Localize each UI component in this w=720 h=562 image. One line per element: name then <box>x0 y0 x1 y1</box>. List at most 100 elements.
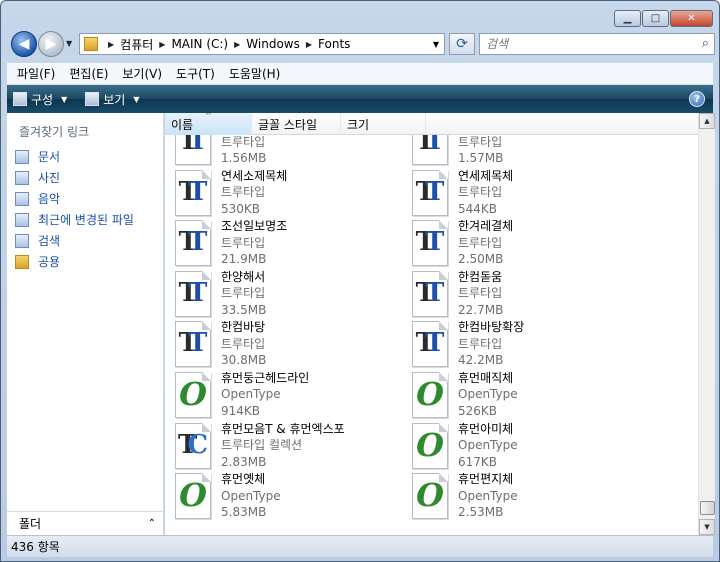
file-item[interactable]: TT 한컴돋움 트루타입 22.7MB <box>412 269 649 319</box>
address-dropdown-icon[interactable]: ▼ <box>433 40 439 49</box>
chevron-down-icon: ▼ <box>61 94 68 104</box>
minimize-button[interactable]: ▁ <box>614 10 641 27</box>
truetype-collection-icon: TC <box>175 422 211 469</box>
file-meta: 휴먼아미체 OpenType 617KB <box>458 421 518 471</box>
navigation-pane: 즐겨찾기 링크 문서 사진 음악 최근에 변경된 파일 검색 공용 폴더 ⌃ <box>7 113 164 535</box>
nav-link-label: 최근에 변경된 파일 <box>38 213 134 227</box>
recent-pages-dropdown[interactable]: ▼ <box>66 39 72 48</box>
chevron-down-icon[interactable]: ▼ <box>133 95 139 104</box>
file-name: 휴먼매직체 <box>458 370 514 385</box>
truetype-icon: TT <box>412 270 448 317</box>
file-type: OpenType <box>458 387 518 402</box>
truetype-icon: TT <box>175 270 211 317</box>
opentype-glyph-icon: O <box>416 476 444 515</box>
search-icon[interactable]: ⌕ <box>702 36 709 51</box>
forward-button[interactable]: ▶ <box>38 31 64 57</box>
truetype-glyph-icon: TT <box>178 176 208 207</box>
maximize-button[interactable]: □ <box>642 10 669 27</box>
file-size: 42.2MB <box>458 353 504 368</box>
file-item[interactable]: TT 연세소제목체 트루타입 530KB <box>175 168 412 218</box>
file-name: 연세소제목체 <box>221 168 288 183</box>
help-button[interactable]: ? <box>689 91 705 107</box>
file-item[interactable]: TT한양해서2006굵은트루타입1.56MB <box>175 135 412 167</box>
truetype-icon: TT <box>412 135 448 165</box>
file-type: 트루타입 <box>458 185 503 200</box>
file-item[interactable]: TT 한양해서 트루타입 33.5MB <box>175 269 412 319</box>
truetype-collection-glyph-icon: TC <box>177 429 209 460</box>
breadcrumb-separator[interactable]: ▶ <box>159 40 165 49</box>
file-item[interactable]: TT 연세제목체 트루타입 544KB <box>412 168 649 218</box>
nav-link-searches[interactable]: 검색 <box>15 230 134 251</box>
file-item[interactable]: TT 한겨레결체 트루타입 2.50MB <box>412 218 649 268</box>
file-size: 530KB <box>221 201 261 216</box>
organize-button[interactable]: 구성 ▼ <box>13 91 67 108</box>
nav-link-public[interactable]: 공용 <box>15 251 134 272</box>
close-button[interactable]: ✕ <box>670 10 713 27</box>
truetype-glyph-icon: TT <box>178 135 208 156</box>
file-name: 휴먼편지체 <box>458 472 514 487</box>
breadcrumb-windows[interactable]: Windows <box>246 37 300 51</box>
opentype-icon: O <box>412 422 448 469</box>
views-button[interactable]: 보기 ▼ <box>85 91 140 108</box>
column-label: 글꼴 스타일 <box>258 117 318 132</box>
file-item[interactable]: O 휴먼아미체 OpenType 617KB <box>412 421 649 471</box>
scroll-down-button[interactable]: ▼ <box>699 519 715 535</box>
column-header-size[interactable]: 크기 <box>341 113 426 135</box>
menu-tools[interactable]: 도구(T) <box>176 65 215 82</box>
column-label: 크기 <box>347 117 370 132</box>
nav-link-pictures[interactable]: 사진 <box>15 167 134 188</box>
file-item[interactable]: O 휴먼옛체 OpenType 5.83MB <box>175 471 412 521</box>
file-type: 트루타입 <box>221 336 266 351</box>
file-meta: 한양해서 트루타입 33.5MB <box>221 269 266 319</box>
nav-link-label: 사진 <box>38 171 61 185</box>
menu-view[interactable]: 보기(V) <box>122 65 162 82</box>
breadcrumb-separator[interactable]: ▶ <box>234 40 240 49</box>
truetype-glyph-icon: TT <box>415 227 445 258</box>
file-type: OpenType <box>221 387 281 402</box>
explorer-window: ▁ □ ✕ ◀ ▶ ▼ ▶ 컴퓨터 ▶ MAIN (C:) ▶ Windows … <box>0 0 720 562</box>
file-item[interactable]: TC 휴먼모음T & 휴먼엑스포 트루타입 컬렉션 2.83MB <box>175 421 412 471</box>
breadcrumb-separator[interactable]: ▶ <box>108 40 114 49</box>
scroll-thumb[interactable] <box>700 501 715 515</box>
file-type: OpenType <box>221 488 281 503</box>
scroll-up-button[interactable]: ▲ <box>699 113 715 129</box>
file-size: 30.8MB <box>221 353 267 368</box>
breadcrumb-main-drive[interactable]: MAIN (C:) <box>171 37 228 51</box>
folders-toggle[interactable]: 폴더 ⌃ <box>7 511 164 535</box>
search-box[interactable]: ⌕ <box>479 33 715 55</box>
file-meta: 연세소제목체 트루타입 530KB <box>221 168 287 218</box>
favorite-links-list: 문서 사진 음악 최근에 변경된 파일 검색 공용 <box>15 146 134 272</box>
file-item[interactable]: O 휴먼편지체 OpenType 2.53MB <box>412 471 649 521</box>
search-input[interactable] <box>486 37 686 51</box>
file-item[interactable]: O 휴먼둥근헤드라인 OpenType 914KB <box>175 370 412 420</box>
nav-link-documents[interactable]: 문서 <box>15 146 134 167</box>
menu-help[interactable]: 도움말(H) <box>229 65 281 82</box>
breadcrumb-fonts[interactable]: Fonts <box>318 37 350 51</box>
file-item[interactable]: O 휴먼매직체 OpenType 526KB <box>412 370 649 420</box>
refresh-button[interactable]: ⟳ <box>449 33 475 55</box>
back-button[interactable]: ◀ <box>11 31 37 57</box>
file-item[interactable]: TT 한컴바탕 트루타입 30.8MB <box>175 319 412 369</box>
truetype-icon: TT <box>175 220 211 267</box>
file-item[interactable]: TT한양해서2006중간트루타입1.57MB <box>412 135 649 167</box>
nav-link-music[interactable]: 음악 <box>15 188 134 209</box>
vertical-scrollbar[interactable]: ▲ ▼ <box>698 113 715 535</box>
truetype-glyph-icon: TT <box>415 277 445 308</box>
breadcrumb-computer[interactable]: 컴퓨터 <box>120 36 153 53</box>
file-name: 휴먼모음T & 휴먼엑스포 <box>221 421 345 436</box>
file-type: 트루타입 <box>458 235 503 250</box>
menu-file[interactable]: 파일(F) <box>17 65 55 82</box>
file-item[interactable]: TT 조선일보명조 트루타입 21.9MB <box>175 218 412 268</box>
column-header-name[interactable]: ^ 이름 <box>165 113 252 135</box>
file-size: 22.7MB <box>458 302 504 317</box>
window-controls: ▁ □ ✕ <box>614 10 713 27</box>
file-item[interactable]: TT 한컴바탕확장 트루타입 42.2MB <box>412 319 649 369</box>
menu-edit[interactable]: 편집(E) <box>69 65 108 82</box>
opentype-icon: O <box>412 371 448 418</box>
address-bar[interactable]: ▶ 컴퓨터 ▶ MAIN (C:) ▶ Windows ▶ Fonts ▼ <box>79 33 445 55</box>
column-headers: ^ 이름 글꼴 스타일 크기 <box>165 113 698 135</box>
nav-link-recently-changed[interactable]: 최근에 변경된 파일 <box>15 209 134 230</box>
breadcrumb-separator[interactable]: ▶ <box>306 40 312 49</box>
opentype-glyph-icon: O <box>416 374 444 413</box>
column-header-font-style[interactable]: 글꼴 스타일 <box>252 113 341 135</box>
